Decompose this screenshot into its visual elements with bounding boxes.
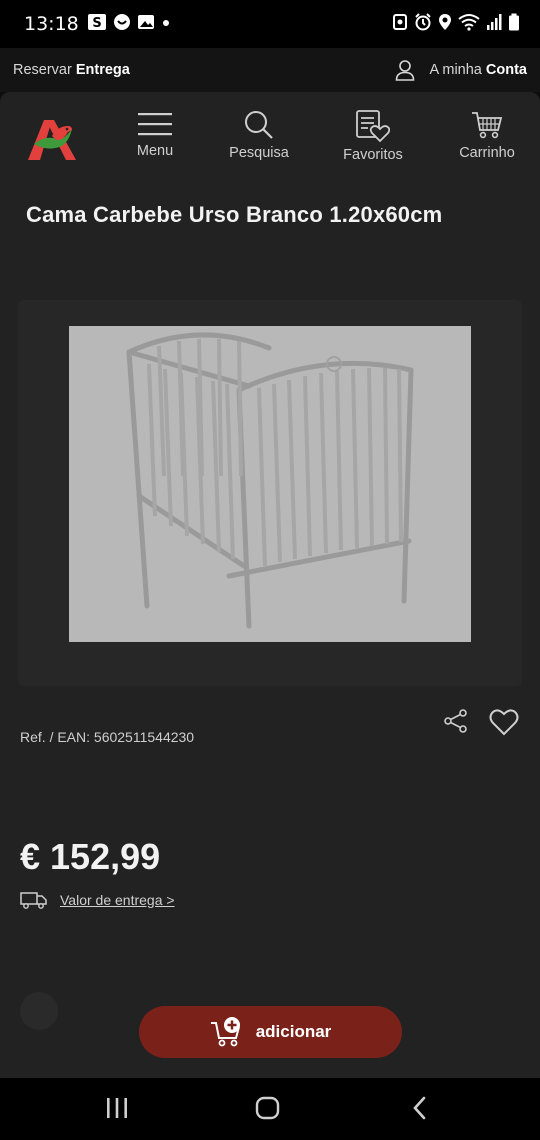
status-bar: 13:18 S: [0, 0, 540, 48]
location-icon: [438, 13, 452, 35]
status-time: 13:18: [24, 13, 79, 35]
alarm-icon: [414, 13, 432, 35]
reserve-delivery-link[interactable]: Reservar Entrega: [13, 62, 130, 78]
reserve-prefix: Reservar: [13, 62, 72, 78]
search-icon: [245, 111, 273, 139]
background-avatar: [20, 992, 58, 1030]
signal-icon: [486, 13, 502, 35]
recent-apps-icon: [107, 1098, 127, 1118]
notification-icon: [113, 13, 131, 35]
reserve-bold: Entrega: [75, 62, 130, 78]
top-strip: Reservar Entrega A minha Conta: [0, 48, 540, 92]
delivery-truck-icon: [20, 892, 47, 909]
nav-label-cart: Carrinho: [459, 145, 515, 161]
delivery-value-link[interactable]: Valor de entrega >: [60, 892, 175, 908]
share-button[interactable]: [443, 708, 469, 738]
share-icon: [444, 709, 467, 733]
main-nav: Menu Pesquisa Favoritos Carrinho: [0, 92, 540, 182]
nav-item-menu[interactable]: Menu: [105, 110, 205, 159]
nav-item-search[interactable]: Pesquisa: [209, 110, 309, 161]
s-icon: S: [87, 13, 107, 35]
product-ref-ean: Ref. / EAN: 5602511544230: [20, 729, 195, 745]
nav-label-search: Pesquisa: [229, 145, 289, 161]
user-icon: [396, 60, 415, 81]
home-icon: [255, 1096, 280, 1120]
favorite-button[interactable]: [489, 708, 519, 740]
add-to-cart-label: adicionar: [255, 1022, 332, 1041]
nav-label-favorites: Favoritos: [343, 147, 403, 163]
home-button[interactable]: [255, 1096, 281, 1124]
wifi-icon: [458, 13, 480, 35]
account-link[interactable]: A minha Conta: [395, 59, 527, 81]
dot-icon: [161, 13, 171, 35]
auchan-logo[interactable]: [26, 114, 78, 166]
account-bold: Conta: [485, 62, 527, 78]
nfc-icon: [392, 13, 408, 35]
battery-icon: [508, 13, 520, 35]
product-title: Cama Carbebe Urso Branco 1.20x60cm: [26, 202, 443, 227]
back-button[interactable]: [410, 1096, 430, 1124]
nav-item-cart[interactable]: Carrinho: [437, 110, 537, 161]
add-cart-icon: [210, 1017, 240, 1047]
nav-item-favorites[interactable]: Favoritos: [323, 110, 423, 163]
product-image[interactable]: [69, 326, 471, 642]
system-nav-bar: [0, 1078, 540, 1140]
nav-label-menu: Menu: [136, 143, 174, 159]
product-price: € 152,99: [20, 836, 161, 877]
recent-apps-button[interactable]: [105, 1096, 129, 1124]
gallery-icon: [137, 13, 155, 35]
favorites-list-icon: [356, 110, 390, 142]
crib-illustration: [126, 332, 414, 629]
cart-icon: [472, 112, 503, 139]
add-to-cart-button[interactable]: adicionar: [139, 1006, 402, 1058]
main-sheet: Menu Pesquisa Favoritos Carrinho Cama Ca…: [0, 92, 540, 1078]
back-icon: [413, 1096, 426, 1120]
product-image-card: [18, 300, 522, 686]
heart-icon: [489, 709, 519, 736]
logo-bird-icon: [28, 120, 76, 160]
delivery-info: Valor de entrega >: [20, 890, 175, 910]
svg-text:S: S: [92, 16, 101, 31]
account-prefix: A minha: [429, 62, 482, 78]
hamburger-icon: [138, 113, 172, 136]
